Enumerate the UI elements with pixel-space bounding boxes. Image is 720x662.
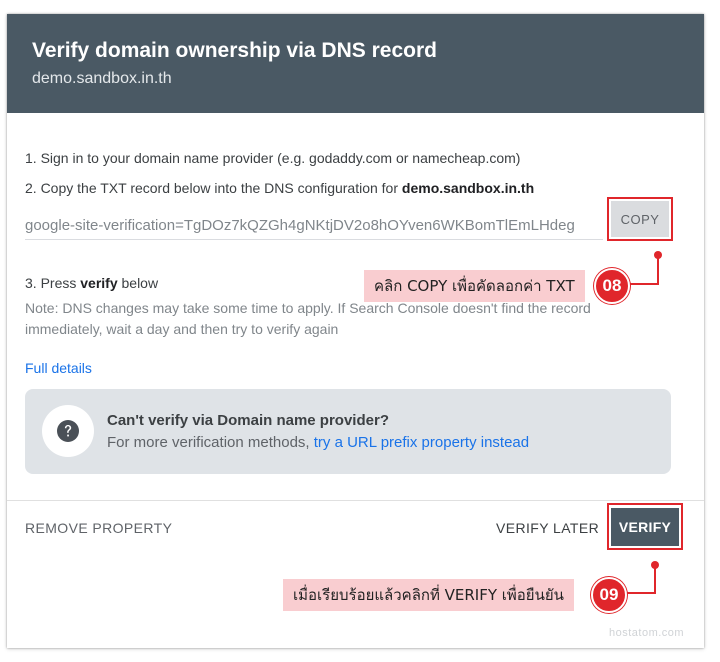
annotation-09-badge: 09 [591,577,627,613]
info-box-description: For more verification methods, try a URL… [107,434,529,451]
verify-button[interactable]: VERIFY [611,508,679,546]
dialog-header: Verify domain ownership via DNS record d… [7,14,704,113]
info-box-desc-text: For more verification methods, [107,434,314,451]
step-1: 1. Sign in to your domain name provider … [25,150,521,166]
info-box-title: Can't verify via Domain name provider? [107,412,389,429]
step-3-prefix: 3. Press [25,275,81,291]
help-icon-circle [42,405,94,457]
annotation-08-connector-horizontal [625,283,659,285]
remove-property-button[interactable]: REMOVE PROPERTY [25,520,172,536]
annotation-09-callout: เมื่อเรียบร้อยแล้วคลิกที่ VERIFY เพื่อยื… [283,579,574,611]
step-2-text: 2. Copy the TXT record below into the DN… [25,180,402,196]
step-3: 3. Press verify below [25,275,158,291]
full-details-link[interactable]: Full details [25,360,92,376]
help-icon [57,420,79,442]
step-3-verify-word: verify [80,275,118,291]
copy-button[interactable]: COPY [611,201,669,237]
dialog-title: Verify domain ownership via DNS record [32,39,437,62]
dns-note: Note: DNS changes may take some time to … [25,300,591,337]
dialog-subtitle: demo.sandbox.in.th [32,70,172,87]
txt-record-field[interactable]: google-site-verification=TgDOz7kQZGh4gNK… [25,215,603,240]
txt-record-value[interactable]: google-site-verification=TgDOz7kQZGh4gNK… [25,215,603,237]
annotation-09-connector-horizontal [625,592,656,594]
step-2: 2. Copy the TXT record below into the DN… [25,180,534,196]
watermark: hostatom.com [609,627,685,639]
step-3-suffix: below [117,275,159,291]
url-prefix-link[interactable]: try a URL prefix property instead [314,434,529,451]
verify-later-button[interactable]: VERIFY LATER [496,520,599,536]
annotation-08-badge: 08 [594,268,630,304]
alternate-method-box: Can't verify via Domain name provider? F… [25,389,671,474]
annotation-09-connector-vertical [654,565,656,594]
annotation-08-callout: คลิก COPY เพื่อคัดลอกค่า TXT [364,270,585,302]
step-2-domain: demo.sandbox.in.th [401,180,535,196]
annotation-08-connector-vertical [657,255,659,285]
